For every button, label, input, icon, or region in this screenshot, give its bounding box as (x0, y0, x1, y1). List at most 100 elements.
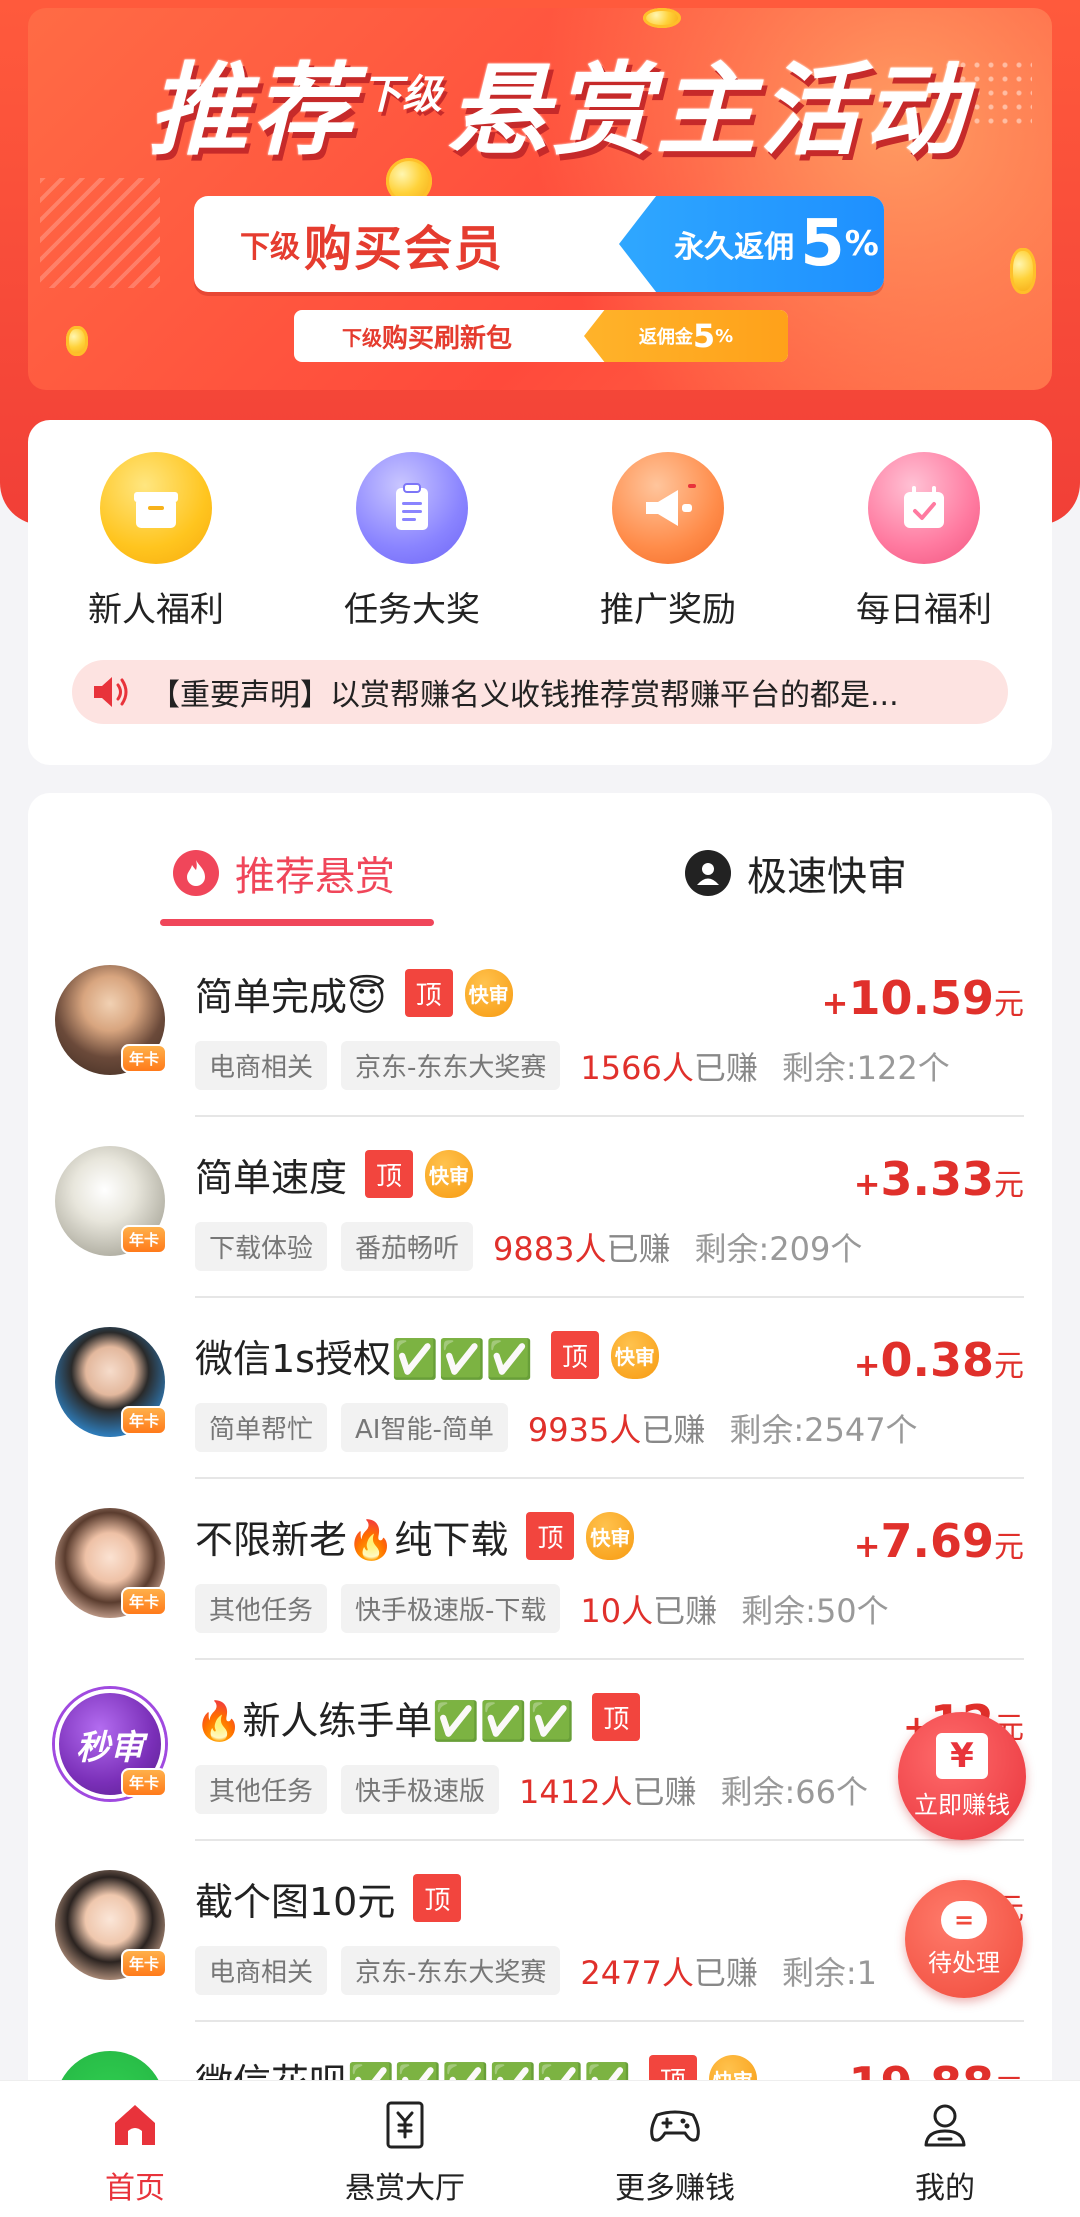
remaining-count: 剩余:50个 (741, 1591, 889, 1630)
avatar: 秒审 年卡 (55, 1689, 167, 1799)
reward-sign: + (853, 1165, 881, 1203)
reward-amount: 0.38 (880, 1333, 995, 1387)
offer-title: 购买刷新包 (382, 323, 513, 354)
remaining-count: 剩余:1 (781, 1953, 878, 1992)
task-category-tag: 电商相关 (195, 1946, 328, 1995)
reward-amount: 3.33 (880, 1152, 995, 1206)
nav-label: 首页 (105, 2171, 165, 2206)
coin-icon (643, 8, 681, 28)
earned-count: 9883人已赚 (493, 1229, 671, 1268)
offer-title: 购买会员 (304, 221, 505, 277)
menu-item-newbie-welfare[interactable]: 新人福利 (28, 452, 284, 631)
earned-count: 1412人已赚 (519, 1772, 697, 1811)
quick-menu: 新人福利 任务大奖 推广奖励 每日福利 (28, 452, 1052, 631)
offer-commission-value: 5 (800, 207, 845, 281)
avatar: 年卡 (55, 1870, 167, 1980)
reward-sign: + (853, 1527, 881, 1565)
menu-item-daily-welfare[interactable]: 每日福利 (796, 452, 1052, 631)
task-title-text: 截个图10元 (195, 1879, 396, 1924)
divider (195, 2020, 1024, 2022)
nav-bounty-hall[interactable]: 悬赏大厅 (270, 2081, 540, 2217)
annual-card-badge: 年卡 (120, 1225, 167, 1254)
task-list-card: 推荐悬赏 极速快审 年卡 简单完成😇 顶 快审 + 10.59 元 电商相关 京… (28, 793, 1052, 2217)
decor-stripes (40, 178, 160, 288)
avatar: 年卡 (55, 965, 167, 1075)
pending-label: 待处理 (928, 1948, 1000, 1977)
yuan-icon: ¥ (936, 1732, 988, 1779)
task-title: 简单速度 顶 快审 (195, 1146, 474, 1202)
task-title-text: 简单速度 (195, 1155, 348, 1200)
offer-prefix: 下级 (342, 325, 382, 350)
gamepad-icon (647, 2097, 703, 2153)
earn-now-label: 立即赚钱 (914, 1790, 1010, 1819)
fast-review-badge: 快审 (610, 1331, 659, 1379)
task-item[interactable]: 年卡 微信1s授权✅✅✅ 顶 快审 + 0.38 元 简单帮忙 AI智能-简单 … (28, 1327, 1052, 1508)
task-title-text: 不限新老🔥纯下载 (195, 1517, 509, 1562)
profile-icon (917, 2097, 973, 2153)
task-category-tag: 电商相关 (195, 1041, 328, 1090)
menu-item-task-prize[interactable]: 任务大奖 (284, 452, 540, 631)
megaphone-icon (612, 452, 724, 564)
task-title: 简单完成😇 顶 快审 (195, 965, 513, 1021)
offer-commission-label: 返佣金 (638, 327, 693, 348)
task-category-tag: 其他任务 (195, 1765, 328, 1814)
task-title: 微信1s授权✅✅✅ 顶 快审 (195, 1327, 659, 1383)
home-icon (107, 2097, 163, 2153)
task-item[interactable]: 年卡 简单速度 顶 快审 + 3.33 元 下载体验 番茄畅听 9883人已赚 … (28, 1146, 1052, 1327)
clipboard-icon (356, 452, 468, 564)
pinned-badge: 顶 (365, 1150, 414, 1198)
reward-unit: 元 (994, 1168, 1024, 1203)
task-item[interactable]: 年卡 不限新老🔥纯下载 顶 快审 + 7.69 元 其他任务 快手极速版-下载 … (28, 1508, 1052, 1689)
task-category-tag: 下载体验 (195, 1222, 328, 1271)
task-tabs: 推荐悬赏 极速快审 (28, 833, 1052, 913)
offer-commission-value: 5 (692, 317, 716, 355)
menu-label: 任务大奖 (344, 590, 480, 630)
task-project-tag: 快手极速版 (341, 1765, 500, 1814)
nav-home[interactable]: 首页 (0, 2081, 270, 2217)
avatar: 年卡 (55, 1508, 167, 1618)
task-project-tag: 京东-东东大奖赛 (341, 1041, 561, 1090)
task-meta: 电商相关 京东-东东大奖赛 2477人已赚 剩余:1 (195, 1946, 877, 1995)
tab-recommended[interactable]: 推荐悬赏 (28, 833, 540, 913)
coin-icon (1010, 248, 1036, 294)
divider (195, 1296, 1024, 1298)
promo-banner[interactable]: 推荐 下级 悬赏主活动 下级 购买会员 永久返佣 5 % 下级 购买刷新包 返佣… (28, 8, 1052, 390)
offer-prefix: 下级 (240, 230, 300, 265)
earned-count: 2477人已赚 (580, 1953, 758, 1992)
divider (195, 1115, 1024, 1117)
nav-profile[interactable]: 我的 (810, 2081, 1080, 2217)
fire-icon (173, 850, 219, 896)
nav-label: 更多赚钱 (615, 2171, 735, 2206)
reward-amount: 10.59 (848, 971, 994, 1025)
task-title-text: 🔥新人练手单✅✅✅ (195, 1698, 575, 1743)
task-meta: 其他任务 快手极速版 1412人已赚 剩余:66个 (195, 1765, 868, 1814)
avatar: 年卡 (55, 1327, 167, 1437)
task-project-tag: 番茄畅听 (341, 1222, 474, 1271)
reward-amount: 7.69 (880, 1514, 995, 1568)
menu-item-promotion-reward[interactable]: 推广奖励 (540, 452, 796, 631)
task-item[interactable]: 年卡 简单完成😇 顶 快审 + 10.59 元 电商相关 京东-东东大奖赛 15… (28, 965, 1052, 1146)
bottom-navigation: 首页 悬赏大厅 更多赚钱 我的 (0, 2080, 1080, 2217)
quick-menu-card: 新人福利 任务大奖 推广奖励 每日福利 【重要声明】以赏帮赚名义收钱推荐赏帮赚平… (28, 420, 1052, 765)
coin-icon (66, 326, 88, 356)
annual-card-badge: 年卡 (120, 1044, 167, 1073)
remaining-count: 剩余:66个 (720, 1772, 869, 1811)
remaining-count: 剩余:122个 (781, 1048, 950, 1087)
task-item[interactable]: 年卡 截个图10元 顶 + 8 元 电商相关 京东-东东大奖赛 2477人已赚 … (28, 1870, 1052, 2051)
annual-card-badge: 年卡 (120, 1768, 167, 1797)
task-project-tag: 快手极速版-下载 (341, 1584, 561, 1633)
banner-title-small: 下级 (362, 72, 442, 118)
offer-commission-percent: % (715, 325, 734, 347)
task-title: 截个图10元 顶 (195, 1870, 462, 1926)
nav-label: 悬赏大厅 (345, 2171, 465, 2206)
earn-now-button[interactable]: ¥ 立即赚钱 (898, 1712, 1026, 1840)
tab-fast-review[interactable]: 极速快审 (540, 833, 1052, 913)
fast-review-badge: 快审 (464, 969, 513, 1017)
banner-title: 推荐 下级 悬赏主活动 (88, 26, 1028, 176)
nav-more-earn[interactable]: 更多赚钱 (540, 2081, 810, 2217)
yuan-icon (377, 2097, 433, 2153)
pending-button[interactable]: = 待处理 (905, 1880, 1023, 1998)
earned-count: 10人已赚 (580, 1591, 718, 1630)
pinned-badge: 顶 (550, 1331, 599, 1379)
announcement-bar[interactable]: 【重要声明】以赏帮赚名义收钱推荐赏帮赚平台的都是... (72, 660, 1008, 724)
